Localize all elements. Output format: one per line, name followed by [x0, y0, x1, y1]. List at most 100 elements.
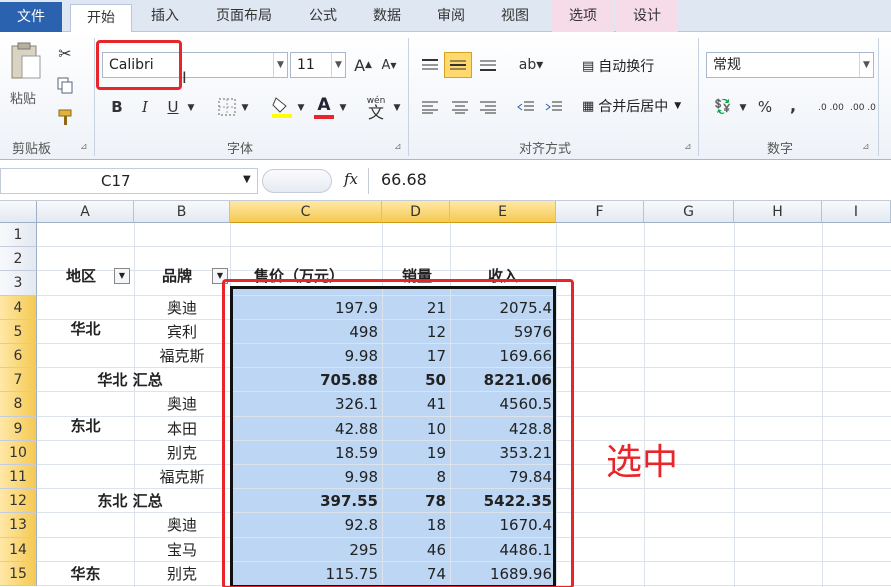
percent-button[interactable]: %: [754, 96, 776, 118]
row-header[interactable]: 1: [0, 223, 37, 248]
tab-options[interactable]: 选项: [552, 0, 614, 32]
align-left-icon[interactable]: [418, 96, 442, 118]
row-header[interactable]: 15: [0, 561, 37, 586]
row-header[interactable]: 2: [0, 247, 37, 272]
row-header[interactable]: 5: [0, 319, 37, 344]
tab-file[interactable]: 文件: [0, 2, 62, 32]
decrease-indent-icon[interactable]: [514, 96, 538, 118]
row-header[interactable]: 4: [0, 295, 37, 320]
brand-cell[interactable]: 奥迪: [134, 513, 230, 537]
tab-data[interactable]: 数据: [360, 0, 414, 32]
font-size-combo[interactable]: 11 ▼: [290, 52, 346, 78]
align-right-icon[interactable]: [476, 96, 500, 118]
clipboard-launcher-icon[interactable]: ⊿: [80, 142, 88, 152]
spreadsheet-grid[interactable]: A B C D E F G H I 1 2 3 4 5 6 7 8 9 10 11 12 13 14 15 …: [0, 201, 891, 587]
filter-dropdown-icon[interactable]: ▼: [114, 268, 130, 284]
underline-button[interactable]: U: [162, 96, 184, 118]
alignment-launcher-icon[interactable]: ⊿: [684, 142, 692, 152]
formula-bar-resizer[interactable]: [262, 169, 332, 193]
format-painter-icon[interactable]: [54, 106, 76, 128]
brand-cell[interactable]: 宝马: [134, 538, 230, 562]
number-format-combo[interactable]: 常规 ▼: [706, 52, 874, 78]
row-header[interactable]: 7: [0, 368, 37, 393]
column-header-e[interactable]: E: [450, 201, 556, 223]
name-box[interactable]: C17 ▼: [0, 168, 258, 194]
brand-cell[interactable]: 福克斯: [134, 465, 230, 489]
column-header-a[interactable]: A: [37, 201, 134, 223]
paste-label[interactable]: 粘贴: [10, 88, 36, 107]
row-header[interactable]: 10: [0, 440, 37, 465]
row-header[interactable]: 3: [0, 271, 37, 296]
insert-function-icon[interactable]: fx: [344, 170, 358, 188]
brand-cell[interactable]: 奥迪: [134, 296, 230, 320]
paste-icon[interactable]: [8, 40, 44, 84]
subtotal-label[interactable]: 东北 汇总: [60, 489, 200, 513]
decrease-decimal-button[interactable]: .00 .0: [848, 94, 878, 122]
subtotal-label[interactable]: 华北 汇总: [60, 368, 200, 392]
brand-cell[interactable]: 福克斯: [134, 344, 230, 368]
tab-home[interactable]: 开始: [70, 4, 132, 33]
column-header-b[interactable]: B: [134, 201, 230, 223]
row-header[interactable]: 13: [0, 513, 37, 538]
row-header[interactable]: 11: [0, 465, 37, 490]
number-launcher-icon[interactable]: ⊿: [862, 142, 870, 152]
region-cell[interactable]: 华北: [37, 317, 134, 341]
chevron-down-icon[interactable]: ▼: [674, 101, 681, 111]
chevron-down-icon[interactable]: ▼: [186, 98, 196, 118]
font-launcher-icon[interactable]: ⊿: [394, 142, 402, 152]
currency-icon[interactable]: 💱: [710, 96, 736, 118]
tab-formulas[interactable]: 公式: [296, 0, 350, 32]
tab-insert[interactable]: 插入: [138, 0, 192, 32]
column-header-c[interactable]: C: [230, 201, 382, 223]
tab-page-layout[interactable]: 页面布局: [200, 0, 288, 32]
phonetic-guide-icon[interactable]: wén 文: [362, 92, 390, 122]
row-header[interactable]: 14: [0, 537, 37, 562]
chevron-down-icon[interactable]: ▼: [243, 174, 251, 185]
align-middle-icon[interactable]: [444, 52, 472, 78]
row-header[interactable]: 8: [0, 392, 37, 417]
tab-design[interactable]: 设计: [616, 0, 678, 32]
chevron-down-icon[interactable]: ▼: [392, 98, 402, 118]
column-header-h[interactable]: H: [734, 201, 822, 223]
orientation-icon[interactable]: ab▾: [516, 54, 546, 76]
align-top-icon[interactable]: [418, 54, 442, 76]
cut-icon[interactable]: ✂: [54, 42, 76, 64]
merge-center-button[interactable]: ▦ 合并后居中 ▼: [582, 96, 681, 116]
bold-button[interactable]: B: [106, 96, 128, 118]
brand-cell[interactable]: 宾利: [134, 320, 230, 344]
chevron-down-icon[interactable]: ▼: [273, 53, 287, 77]
select-all-corner[interactable]: [0, 201, 37, 223]
chevron-down-icon[interactable]: ▼: [338, 98, 348, 118]
copy-icon[interactable]: [54, 74, 76, 96]
shrink-font-button[interactable]: A ▼: [378, 54, 400, 76]
increase-indent-icon[interactable]: [542, 96, 566, 118]
chevron-down-icon[interactable]: ▼: [859, 53, 873, 77]
region-cell[interactable]: 东北: [37, 414, 134, 438]
font-color-icon[interactable]: A: [312, 94, 336, 120]
formula-input[interactable]: 66.68: [368, 168, 891, 194]
italic-button[interactable]: I: [134, 96, 156, 118]
align-bottom-icon[interactable]: [476, 54, 500, 76]
row-header[interactable]: 9: [0, 416, 37, 441]
align-center-icon[interactable]: [448, 96, 472, 118]
chevron-down-icon[interactable]: ▼: [296, 98, 306, 118]
comma-button[interactable]: ,: [784, 94, 802, 116]
brand-cell[interactable]: 本田: [134, 417, 230, 441]
column-header-f[interactable]: F: [556, 201, 644, 223]
fill-color-icon[interactable]: [270, 94, 294, 120]
grow-font-button[interactable]: A ▲: [352, 54, 374, 76]
brand-cell[interactable]: 别克: [134, 441, 230, 465]
tab-review[interactable]: 审阅: [424, 0, 478, 32]
increase-decimal-button[interactable]: .0 .00: [816, 94, 846, 122]
tab-view[interactable]: 视图: [488, 0, 542, 32]
borders-icon[interactable]: [216, 96, 238, 118]
wrap-text-button[interactable]: ▤ 自动换行: [582, 56, 654, 76]
brand-cell[interactable]: 别克: [134, 562, 230, 586]
chevron-down-icon[interactable]: ▼: [240, 98, 250, 118]
row-header[interactable]: 6: [0, 344, 37, 369]
region-cell[interactable]: 华东: [37, 562, 134, 586]
chevron-down-icon[interactable]: ▼: [738, 98, 748, 118]
column-header-d[interactable]: D: [382, 201, 450, 223]
column-header-g[interactable]: G: [644, 201, 734, 223]
brand-cell[interactable]: 奥迪: [134, 392, 230, 416]
